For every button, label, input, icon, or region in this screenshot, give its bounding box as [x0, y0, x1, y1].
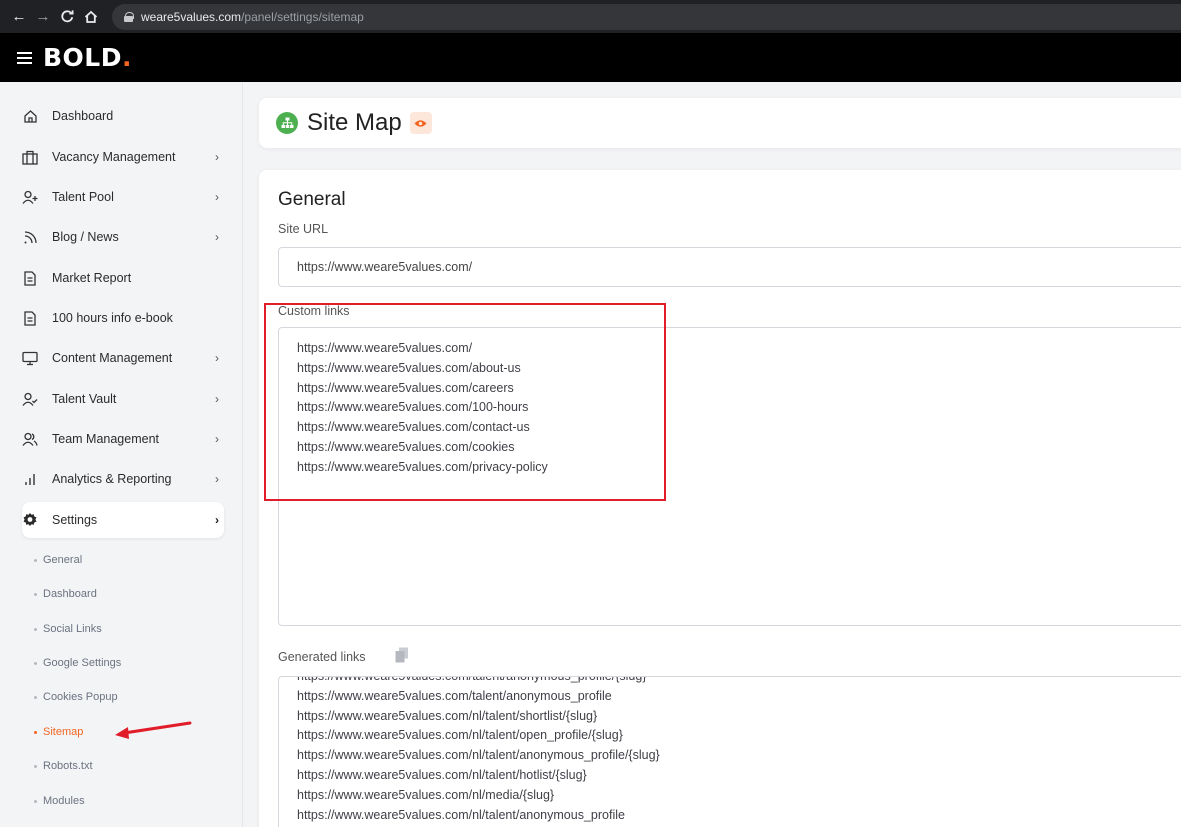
chevron-right-icon: ›	[215, 432, 219, 446]
generated-link-line: https://www.weare5values.com/nl/talent/o…	[297, 728, 623, 743]
settings-sub-dashboard[interactable]: Dashboard	[34, 584, 97, 604]
sitemap-icon	[276, 112, 298, 134]
generated-link-line: https://www.weare5values.com/talent/anon…	[297, 676, 647, 683]
home-icon	[22, 108, 38, 124]
settings-sub-label: Modules	[43, 795, 85, 807]
sidebar-item-talent-vault[interactable]: Talent Vault ›	[22, 381, 224, 417]
document-icon	[22, 270, 38, 286]
page-title: Site Map	[307, 109, 402, 136]
sidebar-item-label: Market Report	[52, 271, 132, 285]
chevron-right-icon: ›	[215, 513, 219, 527]
bar-chart-icon	[22, 471, 38, 487]
chevron-right-icon: ›	[215, 351, 219, 365]
preview-button[interactable]	[409, 112, 432, 134]
reload-icon[interactable]	[56, 6, 78, 28]
sidebar-item-label: Talent Pool	[52, 190, 114, 204]
url-path: /panel/settings/sitemap	[241, 9, 364, 24]
sidebar-item-label: Settings	[52, 513, 98, 527]
settings-sub-label: General	[43, 554, 83, 566]
settings-sub-label: Cookies Popup	[43, 691, 118, 703]
generated-link-line: https://www.weare5values.com/talent/anon…	[297, 688, 612, 703]
copy-icon[interactable]	[395, 647, 409, 663]
sidebar-item-label: Vacancy Management	[52, 150, 176, 164]
settings-sub-modules[interactable]: Modules	[34, 791, 85, 811]
sidebar-item-label: Blog / News	[52, 230, 119, 244]
chevron-right-icon: ›	[215, 230, 219, 244]
settings-sub-label: Google Settings	[43, 657, 122, 669]
settings-sub-label: Dashboard	[43, 588, 97, 600]
address-bar[interactable]: weare5values.com/panel/settings/sitemap	[112, 3, 1181, 30]
gear-icon	[22, 512, 38, 528]
eye-icon	[414, 119, 427, 127]
settings-sub-sitemap[interactable]: Sitemap	[34, 722, 83, 742]
chevron-right-icon: ›	[215, 150, 219, 164]
lock-icon	[124, 11, 134, 22]
browser-toolbar: ← → weare5values.com/panel/settings/site…	[0, 0, 1181, 33]
section-title-general: General	[278, 189, 346, 210]
settings-sub-robots-txt[interactable]: Robots.txt	[34, 756, 93, 776]
monitor-icon	[22, 350, 38, 366]
sidebar-item-settings[interactable]: Settings ›	[22, 502, 224, 538]
chevron-right-icon: ›	[215, 392, 219, 406]
briefcase-icon	[22, 149, 38, 165]
generated-link-line: https://www.weare5values.com/nl/talent/h…	[297, 767, 587, 782]
sidebar-item-analytics-reporting[interactable]: Analytics & Reporting ›	[22, 461, 224, 497]
rss-icon	[22, 229, 38, 245]
sidebar-item-talent-pool[interactable]: Talent Pool ›	[22, 179, 224, 215]
sidebar-item-label: Dashboard	[52, 109, 114, 123]
user-plus-icon	[22, 189, 38, 205]
sidebar-item-label: Content Management	[52, 351, 173, 365]
generated-link-line: https://www.weare5values.com/nl/media/{s…	[297, 787, 555, 802]
forward-arrow-icon[interactable]: →	[32, 6, 54, 28]
generated-links-label: Generated links	[278, 650, 366, 664]
settings-sub-google-settings[interactable]: Google Settings	[34, 653, 121, 673]
generated-link-line: https://www.weare5values.com/nl/talent/s…	[297, 708, 598, 723]
generated-links-textarea[interactable]: https://www.weare5values.com/talent/anon…	[278, 676, 1181, 827]
sidebar-item-label: Team Management	[52, 432, 160, 446]
hamburger-menu-icon[interactable]	[17, 51, 32, 64]
back-arrow-icon[interactable]: ←	[8, 6, 30, 28]
sidebar-item-label: 100 hours info e-book	[52, 311, 173, 325]
logo-dot: .	[122, 43, 132, 72]
sidebar-item-blog-news[interactable]: Blog / News ›	[22, 219, 224, 255]
sidebar-item-100-hours-ebook[interactable]: 100 hours info e-book	[22, 300, 224, 336]
users-icon	[22, 431, 38, 447]
sidebar-item-market-report[interactable]: Market Report	[22, 260, 224, 296]
chevron-right-icon: ›	[215, 472, 219, 486]
app-header: BOLD.	[0, 33, 1181, 82]
settings-sub-cookies-popup[interactable]: Cookies Popup	[34, 687, 118, 707]
chevron-right-icon: ›	[215, 190, 219, 204]
sidebar-item-label: Talent Vault	[52, 392, 117, 406]
settings-sub-label: Social Links	[43, 623, 102, 635]
logo[interactable]: BOLD.	[43, 43, 132, 72]
user-check-icon	[22, 391, 38, 407]
highlight-rectangle	[264, 303, 666, 501]
settings-sub-label: Robots.txt	[43, 760, 93, 772]
generated-link-line: https://www.weare5values.com/nl/talent/a…	[297, 748, 660, 763]
sidebar-item-team-management[interactable]: Team Management ›	[22, 421, 224, 457]
sidebar-item-content-management[interactable]: Content Management ›	[22, 340, 224, 376]
document-icon	[22, 310, 38, 326]
url-domain: weare5values.com	[141, 9, 242, 24]
generated-link-line: https://www.weare5values.com/nl/talent/a…	[297, 807, 625, 822]
site-url-label: Site URL	[278, 222, 329, 236]
sidebar-item-vacancy-management[interactable]: Vacancy Management ›	[22, 139, 224, 175]
red-arrow-icon	[115, 721, 192, 739]
settings-sub-label: Sitemap	[43, 726, 84, 738]
logo-text: BOLD	[43, 43, 122, 72]
sidebar-item-label: Analytics & Reporting	[52, 472, 172, 486]
home-icon[interactable]	[80, 6, 102, 28]
settings-sub-general[interactable]: General	[34, 550, 82, 570]
site-url-input[interactable]: https://www.weare5values.com/	[278, 247, 1181, 287]
page-header-card: Site Map	[259, 98, 1181, 148]
settings-sub-social-links[interactable]: Social Links	[34, 619, 102, 639]
sidebar-item-dashboard[interactable]: Dashboard	[22, 98, 224, 134]
